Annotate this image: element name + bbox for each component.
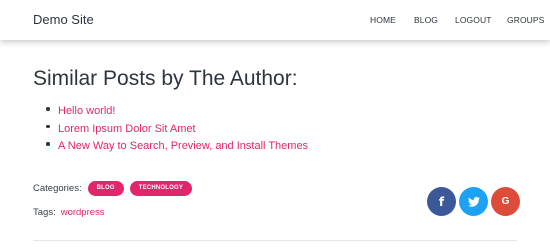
nav-home-link[interactable]: HOME	[370, 15, 396, 25]
nav-logout-link[interactable]: LOGOUT	[455, 15, 492, 25]
top-navbar: Demo Site HOME BLOG LOGOUT GROUPS	[0, 0, 550, 40]
tag-link-wordpress[interactable]: wordpress	[61, 207, 105, 218]
post-link-lorem-ipsum[interactable]: Lorem Ipsum Dolor Sit Amet	[58, 123, 196, 135]
divider	[33, 240, 517, 241]
post-link-hello-world[interactable]: Hello world!	[58, 105, 115, 117]
twitter-icon	[467, 196, 480, 207]
nav-groups-link[interactable]: GROUPS	[507, 15, 544, 25]
twitter-share-button[interactable]	[459, 187, 488, 216]
category-badge-blog[interactable]: BLOG	[87, 181, 124, 196]
facebook-share-button[interactable]: f	[427, 187, 456, 216]
similar-posts-list: Hello world! Lorem Ipsum Dolor Sit Amet …	[45, 101, 308, 154]
categories-label: Categories:	[33, 183, 82, 194]
facebook-icon: f	[438, 194, 445, 209]
list-item: Lorem Ipsum Dolor Sit Amet	[45, 119, 308, 137]
nav-blog-link[interactable]: BLOG	[414, 15, 438, 25]
tags-row: Tags: wordpress	[33, 207, 105, 218]
similar-posts-heading: Similar Posts by The Author:	[33, 67, 298, 90]
categories-row: Categories: BLOG TECHNOLOGY	[33, 181, 193, 196]
category-badge-technology[interactable]: TECHNOLOGY	[129, 181, 193, 196]
list-item: Hello world!	[45, 101, 308, 119]
list-item: A New Way to Search, Preview, and Instal…	[45, 136, 308, 154]
tags-label: Tags:	[33, 207, 56, 218]
site-brand[interactable]: Demo Site	[33, 12, 94, 27]
google-share-button[interactable]: G	[491, 187, 520, 216]
google-icon: G	[501, 196, 510, 207]
post-link-new-way-themes[interactable]: A New Way to Search, Preview, and Instal…	[58, 140, 308, 152]
